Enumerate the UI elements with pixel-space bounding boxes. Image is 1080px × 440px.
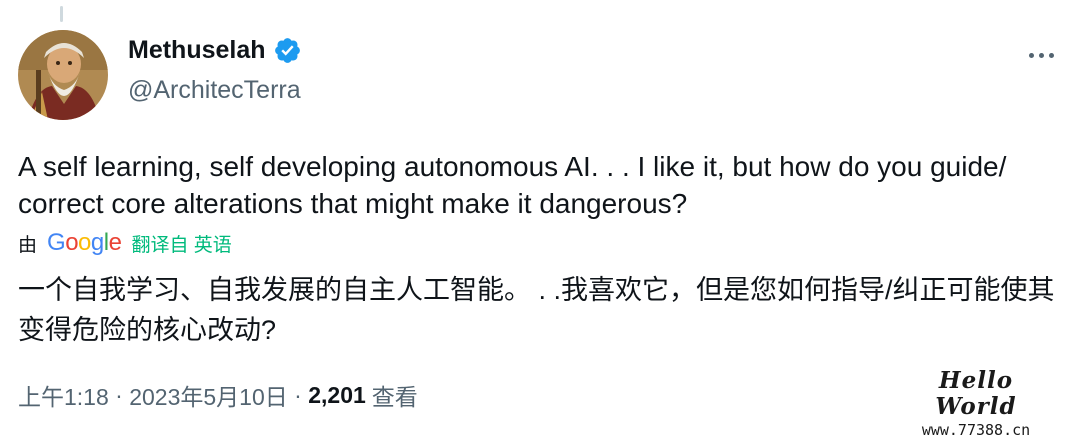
- avatar-portrait: [18, 30, 108, 120]
- views-count[interactable]: 2,201: [308, 382, 366, 409]
- avatar[interactable]: [18, 30, 108, 120]
- tweet-text: A self learning, self developing autonom…: [18, 151, 1007, 219]
- tweet-time[interactable]: 上午1:18: [18, 378, 109, 412]
- translation-attribution: 由 Google 翻译自 英语: [18, 228, 232, 258]
- display-name[interactable]: Methuselah: [128, 36, 266, 65]
- more-dot: [1038, 52, 1044, 58]
- verified-badge-icon[interactable]: [273, 36, 302, 65]
- meta-separator: ·: [108, 381, 130, 408]
- tweet-metadata: 上午1:18 · 2023年5月10日 · 2,201 查看: [18, 378, 418, 412]
- translated-by-label: 由: [18, 234, 38, 256]
- tweet-date[interactable]: 2023年5月10日: [129, 378, 288, 412]
- views-label[interactable]: 查看: [372, 378, 418, 412]
- more-options-icon[interactable]: [1018, 42, 1064, 68]
- thread-connector-line: [60, 6, 63, 22]
- more-dot: [1048, 52, 1054, 58]
- author-handle[interactable]: @ArchitecTerra: [128, 76, 301, 105]
- translated-from-link[interactable]: 翻译自 英语: [131, 230, 231, 257]
- google-logo: Google: [47, 229, 122, 256]
- author-name-row: Methuselah: [128, 36, 302, 65]
- watermark: Hello World www.77388.cn: [896, 368, 1056, 440]
- meta-separator: ·: [287, 381, 309, 408]
- translated-text: 一个自我学习、自我发展的自主人工智能。 . .我喜欢它，但是您如何指导/纠正可能…: [18, 275, 1055, 345]
- more-dot: [1028, 52, 1034, 58]
- watermark-title: Hello World: [935, 367, 1017, 420]
- watermark-url: www.77388.cn: [921, 421, 1031, 439]
